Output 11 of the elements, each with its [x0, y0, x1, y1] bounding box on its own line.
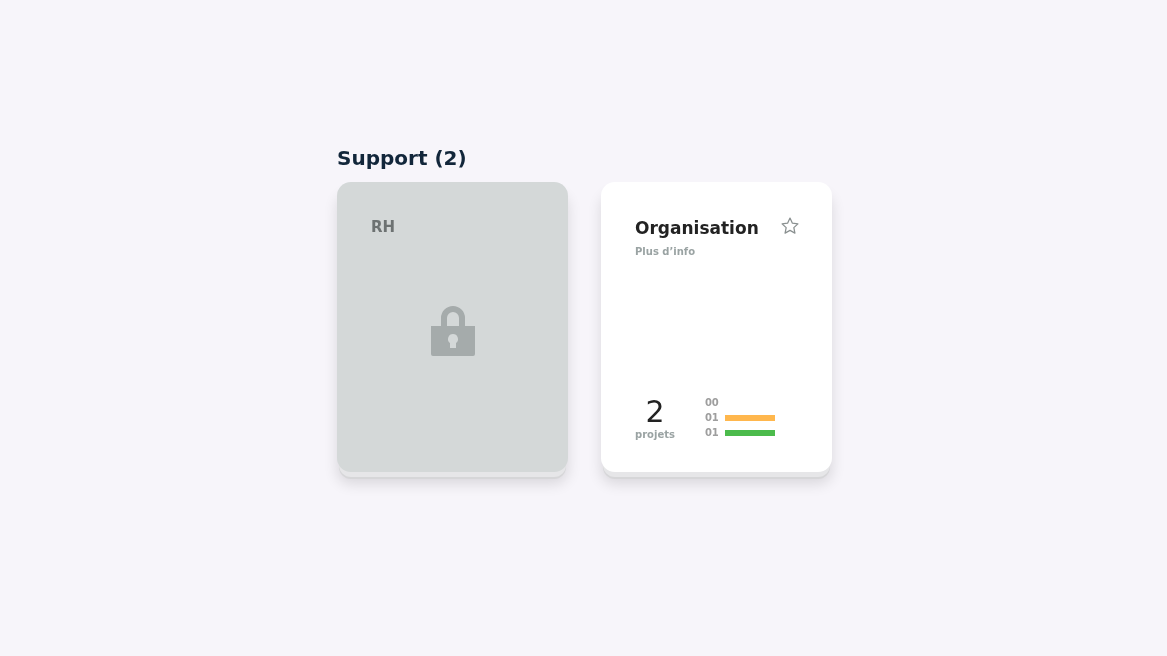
section-heading: Support (2): [337, 146, 467, 170]
count-label: projets: [635, 429, 675, 440]
card-title: Organisation: [635, 218, 759, 238]
bar-value: 01: [704, 412, 717, 423]
more-info-link[interactable]: Plus d’info: [635, 246, 696, 257]
star-icon[interactable]: [780, 216, 800, 236]
project-count: 2: [645, 395, 665, 429]
card-title: RH: [371, 218, 396, 236]
lock-icon: [428, 304, 477, 356]
bar-value: 00: [704, 397, 717, 408]
bar-value: 01: [704, 427, 717, 438]
